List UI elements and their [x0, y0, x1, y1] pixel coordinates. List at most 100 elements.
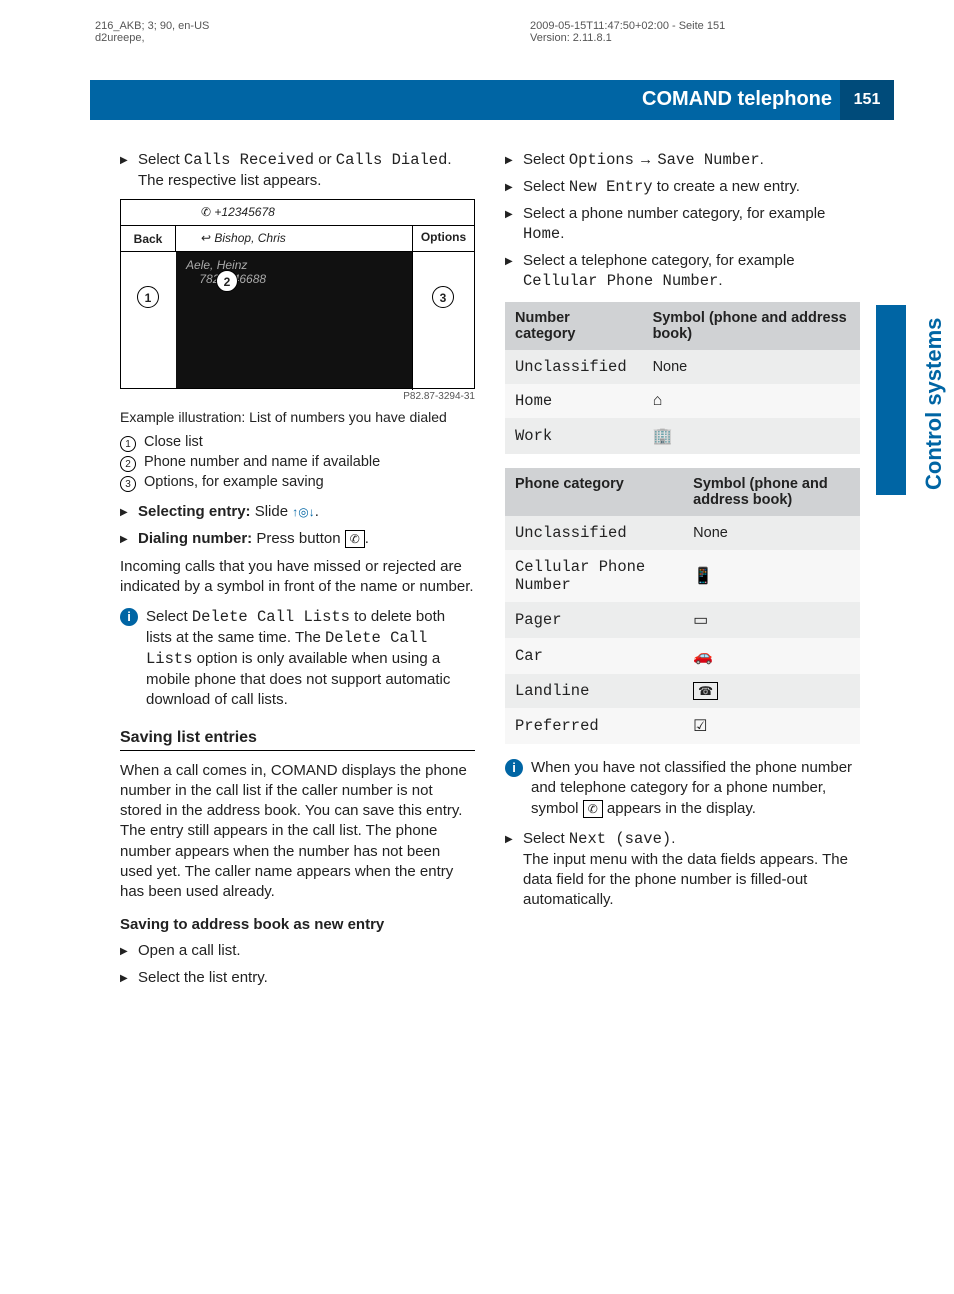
- screenshot-illustration: ✆ +12345678 Back ↩ Bishop, Chris Options…: [120, 199, 475, 389]
- page-number: 151: [840, 80, 894, 120]
- callout-row: 3Options, for example saving: [120, 474, 475, 492]
- step-dialing-number: Dialing number: Press button ✆.: [120, 529, 475, 549]
- category-cell: Unclassified: [505, 516, 683, 550]
- mono-text: Delete Call Lists: [192, 608, 350, 626]
- info-note: i When you have not classified the phone…: [505, 758, 860, 819]
- text: appears in the display.: [603, 800, 756, 817]
- heading-saving-addrbook: Saving to address book as new entry: [120, 916, 475, 933]
- symbol-cell: 🚗: [683, 638, 860, 674]
- text: to create a new entry.: [653, 178, 800, 195]
- callout-row: 1 Close list: [120, 434, 475, 452]
- table-row: UnclassifiedNone: [505, 516, 860, 550]
- step-phone-category: Select a telephone category, for example…: [505, 251, 860, 292]
- illus-options: Options: [412, 226, 474, 390]
- category-cell: Pager: [505, 602, 683, 638]
- symbol-cell: 🏢: [643, 418, 860, 454]
- mono-text: New Entry: [569, 178, 653, 196]
- slide-icon: ↑◎↓: [292, 505, 314, 519]
- symbol-cell: ▭: [683, 602, 860, 638]
- callout-text: Phone number and name if available: [144, 454, 380, 472]
- circle-1-icon: 1: [120, 436, 136, 452]
- text: Press button: [252, 530, 345, 547]
- symbol-cell: 📱: [683, 550, 860, 602]
- label: Dialing number:: [138, 530, 252, 547]
- text: .: [560, 225, 564, 242]
- text: .: [760, 151, 764, 168]
- category-cell: Work: [505, 418, 643, 454]
- step-new-entry: Select New Entry to create a new entry.: [505, 177, 860, 198]
- symbol-icon: 🏢: [653, 428, 673, 445]
- category-cell: Home: [505, 384, 643, 418]
- table-row: Home ⌂: [505, 384, 860, 418]
- category-cell: Car: [505, 638, 683, 674]
- mono-text: Next (save): [569, 830, 671, 848]
- circle-2-icon: 2: [120, 456, 136, 472]
- text: Select: [146, 608, 192, 625]
- step-number-category: Select a phone number category, for exam…: [505, 204, 860, 245]
- th: Symbol (phone and address book): [683, 468, 860, 516]
- triangle-icon: [120, 150, 138, 191]
- illus-name1: Bishop, Chris: [214, 231, 285, 245]
- header-title: COMAND telephone: [642, 88, 832, 111]
- triangle-icon: [505, 177, 523, 198]
- text: .: [718, 272, 722, 289]
- heading-saving-list: Saving list entries: [120, 729, 475, 751]
- symbol-cell: None: [643, 350, 860, 384]
- text: The input menu with the data fields appe…: [523, 851, 848, 909]
- meta-top-right: 2009-05-15T11:47:50+02:00 - Seite 151 Ve…: [530, 20, 725, 44]
- step-next-save: Select Next (save).The input menu with t…: [505, 829, 860, 911]
- triangle-icon: [505, 251, 523, 292]
- triangle-icon: [120, 502, 138, 522]
- mono-text: Calls Dialed: [336, 151, 448, 169]
- text: or: [314, 151, 336, 168]
- text: The respective list appears.: [138, 172, 321, 189]
- symbol-icon: ⌂: [653, 392, 663, 409]
- text: Select: [138, 151, 184, 168]
- callout-3-icon: 3: [432, 286, 454, 308]
- info-note: i Select Delete Call Lists to delete bot…: [120, 607, 475, 710]
- side-tab: [876, 305, 906, 495]
- mono-text: Calls Received: [184, 151, 314, 169]
- text: Open a call list.: [138, 941, 475, 961]
- callout-2-icon: 2: [216, 270, 238, 292]
- mono-text: Home: [523, 225, 560, 243]
- mono-text: Save Number: [657, 151, 759, 169]
- symbol-cell: None: [683, 516, 860, 550]
- info-icon: i: [120, 608, 138, 626]
- text: .: [671, 830, 675, 847]
- symbol-icon: ▭: [693, 612, 708, 629]
- text: Select: [523, 178, 569, 195]
- label: Selecting entry:: [138, 503, 251, 520]
- triangle-icon: [505, 829, 523, 911]
- phone-category-table: Phone categorySymbol (phone and address …: [505, 468, 860, 744]
- symbol-cell: ☑: [683, 708, 860, 744]
- symbol-icon: 📱: [693, 568, 713, 585]
- table-row: Car 🚗: [505, 638, 860, 674]
- triangle-icon: [505, 150, 523, 171]
- arrow-text: →: [634, 151, 657, 168]
- illus-name2: ele, Heinz: [194, 258, 247, 272]
- side-tab-label: Control systems: [921, 310, 947, 490]
- category-cell: Cellular Phone Number: [505, 550, 683, 602]
- symbol-icon: 🚗: [693, 648, 713, 665]
- text: Select the list entry.: [138, 968, 475, 988]
- meta-top-left: 216_AKB; 3; 90, en-US d2ureepe,: [95, 20, 209, 44]
- table-row: UnclassifiedNone: [505, 350, 860, 384]
- phone-symbol-icon: ✆: [583, 800, 603, 818]
- triangle-icon: [120, 941, 138, 961]
- callout-row: 2 Phone number and name if available: [120, 454, 475, 472]
- text: option is only available when using a mo…: [146, 650, 450, 708]
- paragraph: When a call comes in, COMAND displays th…: [120, 761, 475, 903]
- mono-text: Cellular Phone Number: [523, 272, 718, 290]
- category-cell: Landline: [505, 674, 683, 708]
- callout-1-icon: 1: [137, 286, 159, 308]
- info-icon: i: [505, 759, 523, 777]
- callout-text: Close list: [144, 434, 203, 452]
- left-column: Select Calls Received or Calls Dialed. T…: [120, 150, 475, 994]
- table-row: Cellular Phone Number 📱: [505, 550, 860, 602]
- mono-text: Options: [569, 151, 634, 169]
- step-options-save: Select Options → Save Number.: [505, 150, 860, 171]
- text: Slide: [251, 503, 293, 520]
- circle-3-icon: 3: [120, 476, 136, 492]
- category-cell: Unclassified: [505, 350, 643, 384]
